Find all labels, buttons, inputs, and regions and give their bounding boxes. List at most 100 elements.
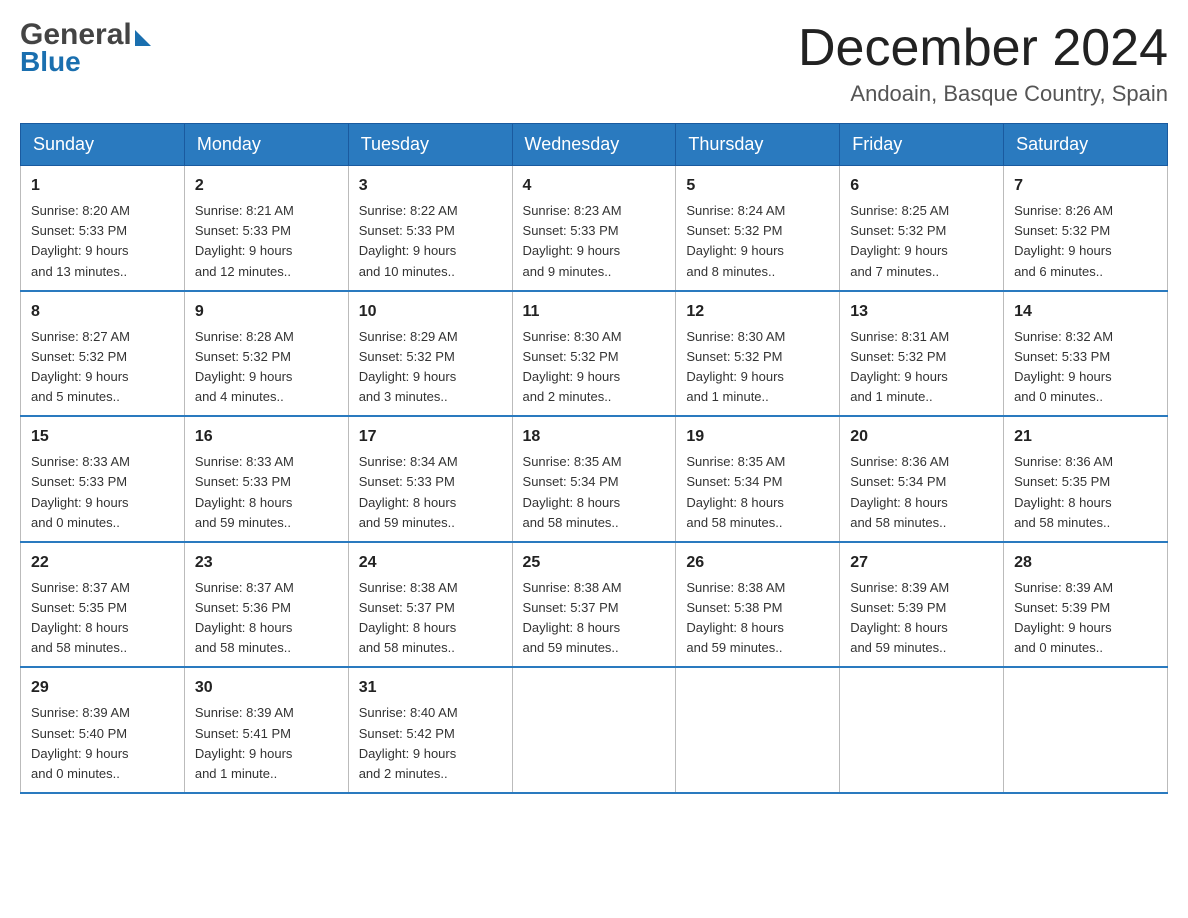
weekday-header-row: SundayMondayTuesdayWednesdayThursdayFrid… (21, 124, 1168, 166)
week-row-5: 29Sunrise: 8:39 AMSunset: 5:40 PMDayligh… (21, 667, 1168, 793)
day-number: 10 (359, 300, 502, 324)
calendar-cell: 23Sunrise: 8:37 AMSunset: 5:36 PMDayligh… (184, 542, 348, 668)
calendar-cell: 1Sunrise: 8:20 AMSunset: 5:33 PMDaylight… (21, 166, 185, 291)
day-number: 25 (523, 551, 666, 575)
day-info: Sunrise: 8:40 AMSunset: 5:42 PMDaylight:… (359, 705, 458, 780)
calendar-cell: 30 Sunrise: 8:39 AMSunset: 5:41 PMDayligh… (184, 667, 348, 793)
day-number: 14 (1014, 300, 1157, 324)
day-number: 30 (195, 676, 338, 700)
day-number: 20 (850, 425, 993, 449)
weekday-header-wednesday: Wednesday (512, 124, 676, 166)
day-number: 8 (31, 300, 174, 324)
day-info: Sunrise: 8:31 AMSunset: 5:32 PMDaylight:… (850, 329, 949, 404)
day-info: Sunrise: 8:23 AMSunset: 5:33 PMDaylight:… (523, 203, 622, 278)
day-info: Sunrise: 8:33 AMSunset: 5:33 PMDaylight:… (195, 454, 294, 529)
day-number: 7 (1014, 174, 1157, 198)
day-number: 11 (523, 300, 666, 324)
day-number: 12 (686, 300, 829, 324)
weekday-header-sunday: Sunday (21, 124, 185, 166)
calendar-cell: 14 Sunrise: 8:32 AMSunset: 5:33 PMDayligh… (1004, 291, 1168, 417)
day-info: Sunrise: 8:37 AMSunset: 5:35 PMDaylight:… (31, 580, 130, 655)
day-number: 19 (686, 425, 829, 449)
day-number: 16 (195, 425, 338, 449)
calendar-cell: 12Sunrise: 8:30 AMSunset: 5:32 PMDayligh… (676, 291, 840, 417)
logo-blue-text: Blue (20, 48, 81, 76)
calendar-cell: 26 Sunrise: 8:38 AMSunset: 5:38 PMDayligh… (676, 542, 840, 668)
calendar-cell: 13 Sunrise: 8:31 AMSunset: 5:32 PMDayligh… (840, 291, 1004, 417)
day-info: Sunrise: 8:24 AMSunset: 5:32 PMDaylight:… (686, 203, 785, 278)
day-number: 13 (850, 300, 993, 324)
day-number: 21 (1014, 425, 1157, 449)
location-subtitle: Andoain, Basque Country, Spain (798, 81, 1168, 107)
day-info: Sunrise: 8:25 AMSunset: 5:32 PMDaylight:… (850, 203, 949, 278)
day-number: 2 (195, 174, 338, 198)
calendar-cell: 15 Sunrise: 8:33 AMSunset: 5:33 PMDayligh… (21, 416, 185, 542)
day-info: Sunrise: 8:38 AMSunset: 5:38 PMDaylight:… (686, 580, 785, 655)
day-info: Sunrise: 8:35 AMSunset: 5:34 PMDaylight:… (686, 454, 785, 529)
day-info: Sunrise: 8:28 AMSunset: 5:32 PMDaylight:… (195, 329, 294, 404)
calendar-cell: 28 Sunrise: 8:39 AMSunset: 5:39 PMDayligh… (1004, 542, 1168, 668)
calendar-cell: 4 Sunrise: 8:23 AMSunset: 5:33 PMDaylight… (512, 166, 676, 291)
day-info: Sunrise: 8:36 AMSunset: 5:35 PMDaylight:… (1014, 454, 1113, 529)
day-number: 26 (686, 551, 829, 575)
calendar-cell: 24 Sunrise: 8:38 AMSunset: 5:37 PMDayligh… (348, 542, 512, 668)
calendar-cell: 3Sunrise: 8:22 AMSunset: 5:33 PMDaylight… (348, 166, 512, 291)
calendar-cell: 29Sunrise: 8:39 AMSunset: 5:40 PMDayligh… (21, 667, 185, 793)
day-number: 17 (359, 425, 502, 449)
day-number: 4 (523, 174, 666, 198)
day-info: Sunrise: 8:38 AMSunset: 5:37 PMDaylight:… (523, 580, 622, 655)
calendar-cell: 20 Sunrise: 8:36 AMSunset: 5:34 PMDayligh… (840, 416, 1004, 542)
day-info: Sunrise: 8:39 AMSunset: 5:39 PMDaylight:… (1014, 580, 1113, 655)
month-title: December 2024 (798, 20, 1168, 77)
day-info: Sunrise: 8:20 AMSunset: 5:33 PMDaylight:… (31, 203, 130, 278)
calendar-cell: 16 Sunrise: 8:33 AMSunset: 5:33 PMDayligh… (184, 416, 348, 542)
calendar-cell: 2 Sunrise: 8:21 AMSunset: 5:33 PMDaylight… (184, 166, 348, 291)
weekday-header-monday: Monday (184, 124, 348, 166)
calendar-cell: 8 Sunrise: 8:27 AMSunset: 5:32 PMDaylight… (21, 291, 185, 417)
calendar-cell (1004, 667, 1168, 793)
week-row-3: 15 Sunrise: 8:33 AMSunset: 5:33 PMDayligh… (21, 416, 1168, 542)
calendar-cell: 31 Sunrise: 8:40 AMSunset: 5:42 PMDayligh… (348, 667, 512, 793)
day-info: Sunrise: 8:39 AMSunset: 5:39 PMDaylight:… (850, 580, 949, 655)
day-number: 5 (686, 174, 829, 198)
day-number: 31 (359, 676, 502, 700)
weekday-header-tuesday: Tuesday (348, 124, 512, 166)
day-info: Sunrise: 8:34 AMSunset: 5:33 PMDaylight:… (359, 454, 458, 529)
calendar-cell: 7 Sunrise: 8:26 AMSunset: 5:32 PMDaylight… (1004, 166, 1168, 291)
day-number: 24 (359, 551, 502, 575)
day-number: 22 (31, 551, 174, 575)
day-number: 18 (523, 425, 666, 449)
day-number: 15 (31, 425, 174, 449)
week-row-2: 8 Sunrise: 8:27 AMSunset: 5:32 PMDaylight… (21, 291, 1168, 417)
week-row-1: 1Sunrise: 8:20 AMSunset: 5:33 PMDaylight… (21, 166, 1168, 291)
day-info: Sunrise: 8:36 AMSunset: 5:34 PMDaylight:… (850, 454, 949, 529)
day-info: Sunrise: 8:39 AMSunset: 5:40 PMDaylight:… (31, 705, 130, 780)
calendar-cell (676, 667, 840, 793)
day-info: Sunrise: 8:38 AMSunset: 5:37 PMDaylight:… (359, 580, 458, 655)
day-info: Sunrise: 8:26 AMSunset: 5:32 PMDaylight:… (1014, 203, 1113, 278)
calendar-cell: 18Sunrise: 8:35 AMSunset: 5:34 PMDayligh… (512, 416, 676, 542)
calendar-cell: 22 Sunrise: 8:37 AMSunset: 5:35 PMDayligh… (21, 542, 185, 668)
day-number: 28 (1014, 551, 1157, 575)
day-number: 6 (850, 174, 993, 198)
day-number: 27 (850, 551, 993, 575)
title-block: December 2024 Andoain, Basque Country, S… (798, 20, 1168, 107)
calendar-cell: 6 Sunrise: 8:25 AMSunset: 5:32 PMDaylight… (840, 166, 1004, 291)
day-number: 3 (359, 174, 502, 198)
day-info: Sunrise: 8:33 AMSunset: 5:33 PMDaylight:… (31, 454, 130, 529)
calendar-cell (840, 667, 1004, 793)
calendar-cell: 9 Sunrise: 8:28 AMSunset: 5:32 PMDaylight… (184, 291, 348, 417)
week-row-4: 22 Sunrise: 8:37 AMSunset: 5:35 PMDayligh… (21, 542, 1168, 668)
calendar-table: SundayMondayTuesdayWednesdayThursdayFrid… (20, 123, 1168, 794)
calendar-cell: 10Sunrise: 8:29 AMSunset: 5:32 PMDayligh… (348, 291, 512, 417)
day-info: Sunrise: 8:39 AMSunset: 5:41 PMDaylight:… (195, 705, 294, 780)
day-number: 23 (195, 551, 338, 575)
day-info: Sunrise: 8:27 AMSunset: 5:32 PMDaylight:… (31, 329, 130, 404)
day-info: Sunrise: 8:21 AMSunset: 5:33 PMDaylight:… (195, 203, 294, 278)
page-header: General Blue December 2024 Andoain, Basq… (20, 20, 1168, 107)
calendar-cell: 5 Sunrise: 8:24 AMSunset: 5:32 PMDaylight… (676, 166, 840, 291)
calendar-cell: 19 Sunrise: 8:35 AMSunset: 5:34 PMDayligh… (676, 416, 840, 542)
day-info: Sunrise: 8:32 AMSunset: 5:33 PMDaylight:… (1014, 329, 1113, 404)
calendar-cell: 11Sunrise: 8:30 AMSunset: 5:32 PMDayligh… (512, 291, 676, 417)
day-number: 9 (195, 300, 338, 324)
